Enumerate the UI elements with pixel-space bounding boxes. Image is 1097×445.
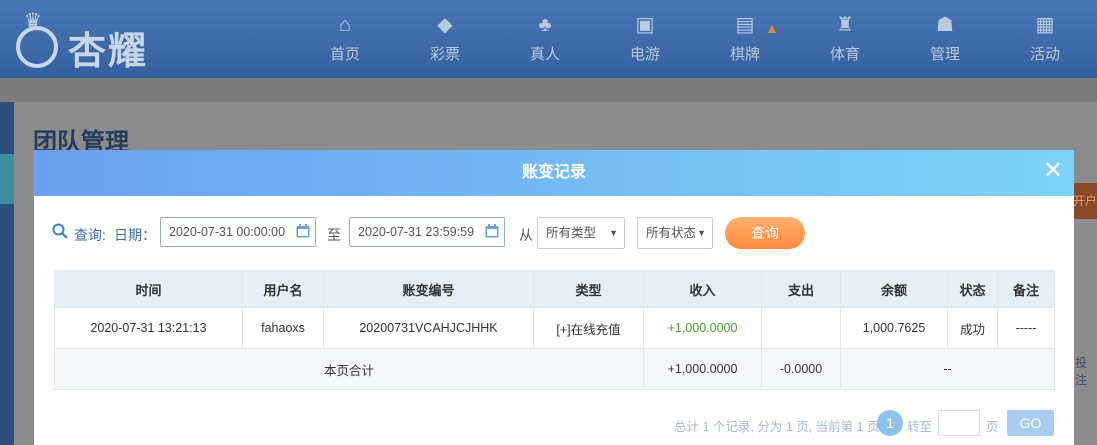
hot-flame-icon: ▲ (765, 20, 779, 36)
calendar-icon[interactable] (296, 224, 310, 238)
calendar-icon[interactable] (485, 224, 499, 238)
summary-label: 本页合计 (54, 348, 644, 390)
chevron-down-icon: ▼ (697, 228, 706, 238)
type-select-value: 所有类型 (546, 226, 597, 240)
status-select[interactable]: 所有状态 ▼ (637, 217, 713, 249)
top-navbar: ♛ 杏耀 ⌂ 首页 ◆ 彩票 ♣ 真人 ▣ 电游 ▤ ▲ 棋牌 ♜ 体育 ☗ 管… (0, 0, 1097, 78)
start-date-input[interactable]: 2020-07-31 00:00:00 (160, 217, 316, 247)
nav-item-slots[interactable]: ▣ 电游 (595, 0, 695, 78)
current-page-button[interactable]: 1 (877, 410, 903, 436)
column-header[interactable]: 支出 (761, 270, 841, 308)
side-tab[interactable]: 开户 (1073, 183, 1097, 219)
column-header[interactable]: 用户名 (242, 270, 324, 308)
page-unit-label: 页 (986, 420, 999, 434)
query-button[interactable]: 查询 (725, 217, 805, 249)
cell-income: +1,000.0000 (643, 307, 762, 349)
nav-label: 电游 (629, 46, 660, 63)
date-label: 日期： (114, 227, 156, 243)
start-date-value: 2020-07-31 00:00:00 (169, 225, 286, 239)
main-nav: ⌂ 首页 ◆ 彩票 ♣ 真人 ▣ 电游 ▤ ▲ 棋牌 ♜ 体育 ☗ 管理 ▦ 活… (295, 0, 1095, 78)
search-icon (52, 223, 68, 239)
cell-type: [+]在线充值 (533, 307, 644, 349)
records-table: 时间 用户名 账变编号 类型 收入 支出 余额 状态 备注 2020-07-31… (54, 270, 1055, 390)
column-header[interactable]: 余额 (840, 270, 948, 308)
column-header[interactable]: 时间 (54, 270, 243, 308)
cell-balance: 1,000.7625 (840, 307, 948, 349)
logo-mark (16, 26, 58, 68)
live-casino-icon: ♣ (538, 14, 552, 36)
left-sidebar-active[interactable] (0, 154, 14, 204)
nav-item-cards[interactable]: ▤ ▲ 棋牌 (695, 0, 795, 78)
column-header[interactable]: 状态 (947, 270, 998, 308)
site-logo[interactable]: ♛ 杏耀 (12, 8, 162, 73)
nav-item-home[interactable]: ⌂ 首页 (295, 0, 395, 78)
nav-label: 真人 (529, 46, 560, 63)
cell-status: 成功 (947, 307, 998, 349)
from-label: 从 (519, 227, 533, 243)
table-header-row: 时间 用户名 账变编号 类型 收入 支出 余额 状态 备注 (54, 270, 1055, 308)
lottery-icon: ◆ (437, 14, 453, 36)
page-number-input[interactable] (938, 410, 980, 436)
nav-item-sports[interactable]: ♜ 体育 (795, 0, 895, 78)
column-header[interactable]: 类型 (533, 270, 644, 308)
table-row[interactable]: 2020-07-31 13:21:13 fahaoxs 20200731VCAH… (54, 307, 1055, 349)
slot-machine-icon: ▣ (635, 14, 655, 36)
go-button[interactable]: GO (1007, 410, 1054, 436)
end-date-value: 2020-07-31 23:59:59 (358, 225, 475, 239)
cell-txn-id: 20200731VCAHJCJHHK (323, 307, 534, 349)
summary-balance: -- (840, 348, 1055, 390)
type-select[interactable]: 所有类型 ▼ (537, 217, 625, 249)
nav-item-manage[interactable]: ☗ 管理 (895, 0, 995, 78)
gift-icon: ▦ (1035, 14, 1055, 36)
summary-row: 本页合计 +1,000.0000 -0.0000 -- (54, 348, 1055, 390)
pagination: 总计 1 个记录, 分为 1 页, 当前第 1 页 1 转至 页 GO (674, 410, 1064, 438)
left-sidebar (0, 102, 14, 445)
trophy-icon: ♜ (836, 14, 854, 36)
nav-item-promo[interactable]: ▦ 活动 (995, 0, 1095, 78)
cards-icon: ▤ (735, 14, 755, 36)
summary-income: +1,000.0000 (643, 348, 762, 390)
query-label: 查询: (74, 227, 106, 243)
modal-header: 账变记录 ✕ (34, 150, 1074, 196)
nav-label: 首页 (329, 46, 360, 63)
page-strip (0, 78, 1097, 102)
nav-label: 彩票 (429, 46, 460, 63)
summary-expense: -0.0000 (761, 348, 841, 390)
logo-text: 杏耀 (68, 31, 149, 73)
column-header[interactable]: 账变编号 (323, 270, 534, 308)
nav-item-live[interactable]: ♣ 真人 (495, 0, 595, 78)
status-select-value: 所有状态 (646, 226, 697, 240)
cell-username: fahaoxs (242, 307, 324, 349)
cell-remark: ----- (997, 307, 1055, 349)
transaction-records-modal: 账变记录 ✕ 查询: 日期： 2020-07-31 00:00:00 至 202… (34, 150, 1074, 445)
nav-label: 体育 (829, 46, 860, 63)
cell-expense (761, 307, 841, 349)
to-label: 至 (327, 227, 341, 243)
pagination-summary: 总计 1 个记录, 分为 1 页, 当前第 1 页 (674, 420, 880, 434)
home-icon: ⌂ (338, 14, 352, 36)
nav-item-lottery[interactable]: ◆ 彩票 (395, 0, 495, 78)
column-header[interactable]: 备注 (997, 270, 1055, 308)
nav-label: 管理 (929, 46, 960, 63)
nav-label: 棋牌 (729, 46, 760, 63)
chevron-down-icon: ▼ (609, 228, 618, 238)
end-date-input[interactable]: 2020-07-31 23:59:59 (349, 217, 505, 247)
side-link[interactable]: 投注 (1075, 354, 1097, 388)
modal-title: 账变记录 (521, 164, 586, 181)
close-icon[interactable]: ✕ (1042, 159, 1064, 183)
column-header[interactable]: 收入 (643, 270, 762, 308)
nav-label: 活动 (1029, 46, 1060, 63)
goto-label: 转至 (907, 420, 933, 434)
users-icon: ☗ (936, 14, 954, 36)
cell-time: 2020-07-31 13:21:13 (54, 307, 243, 349)
